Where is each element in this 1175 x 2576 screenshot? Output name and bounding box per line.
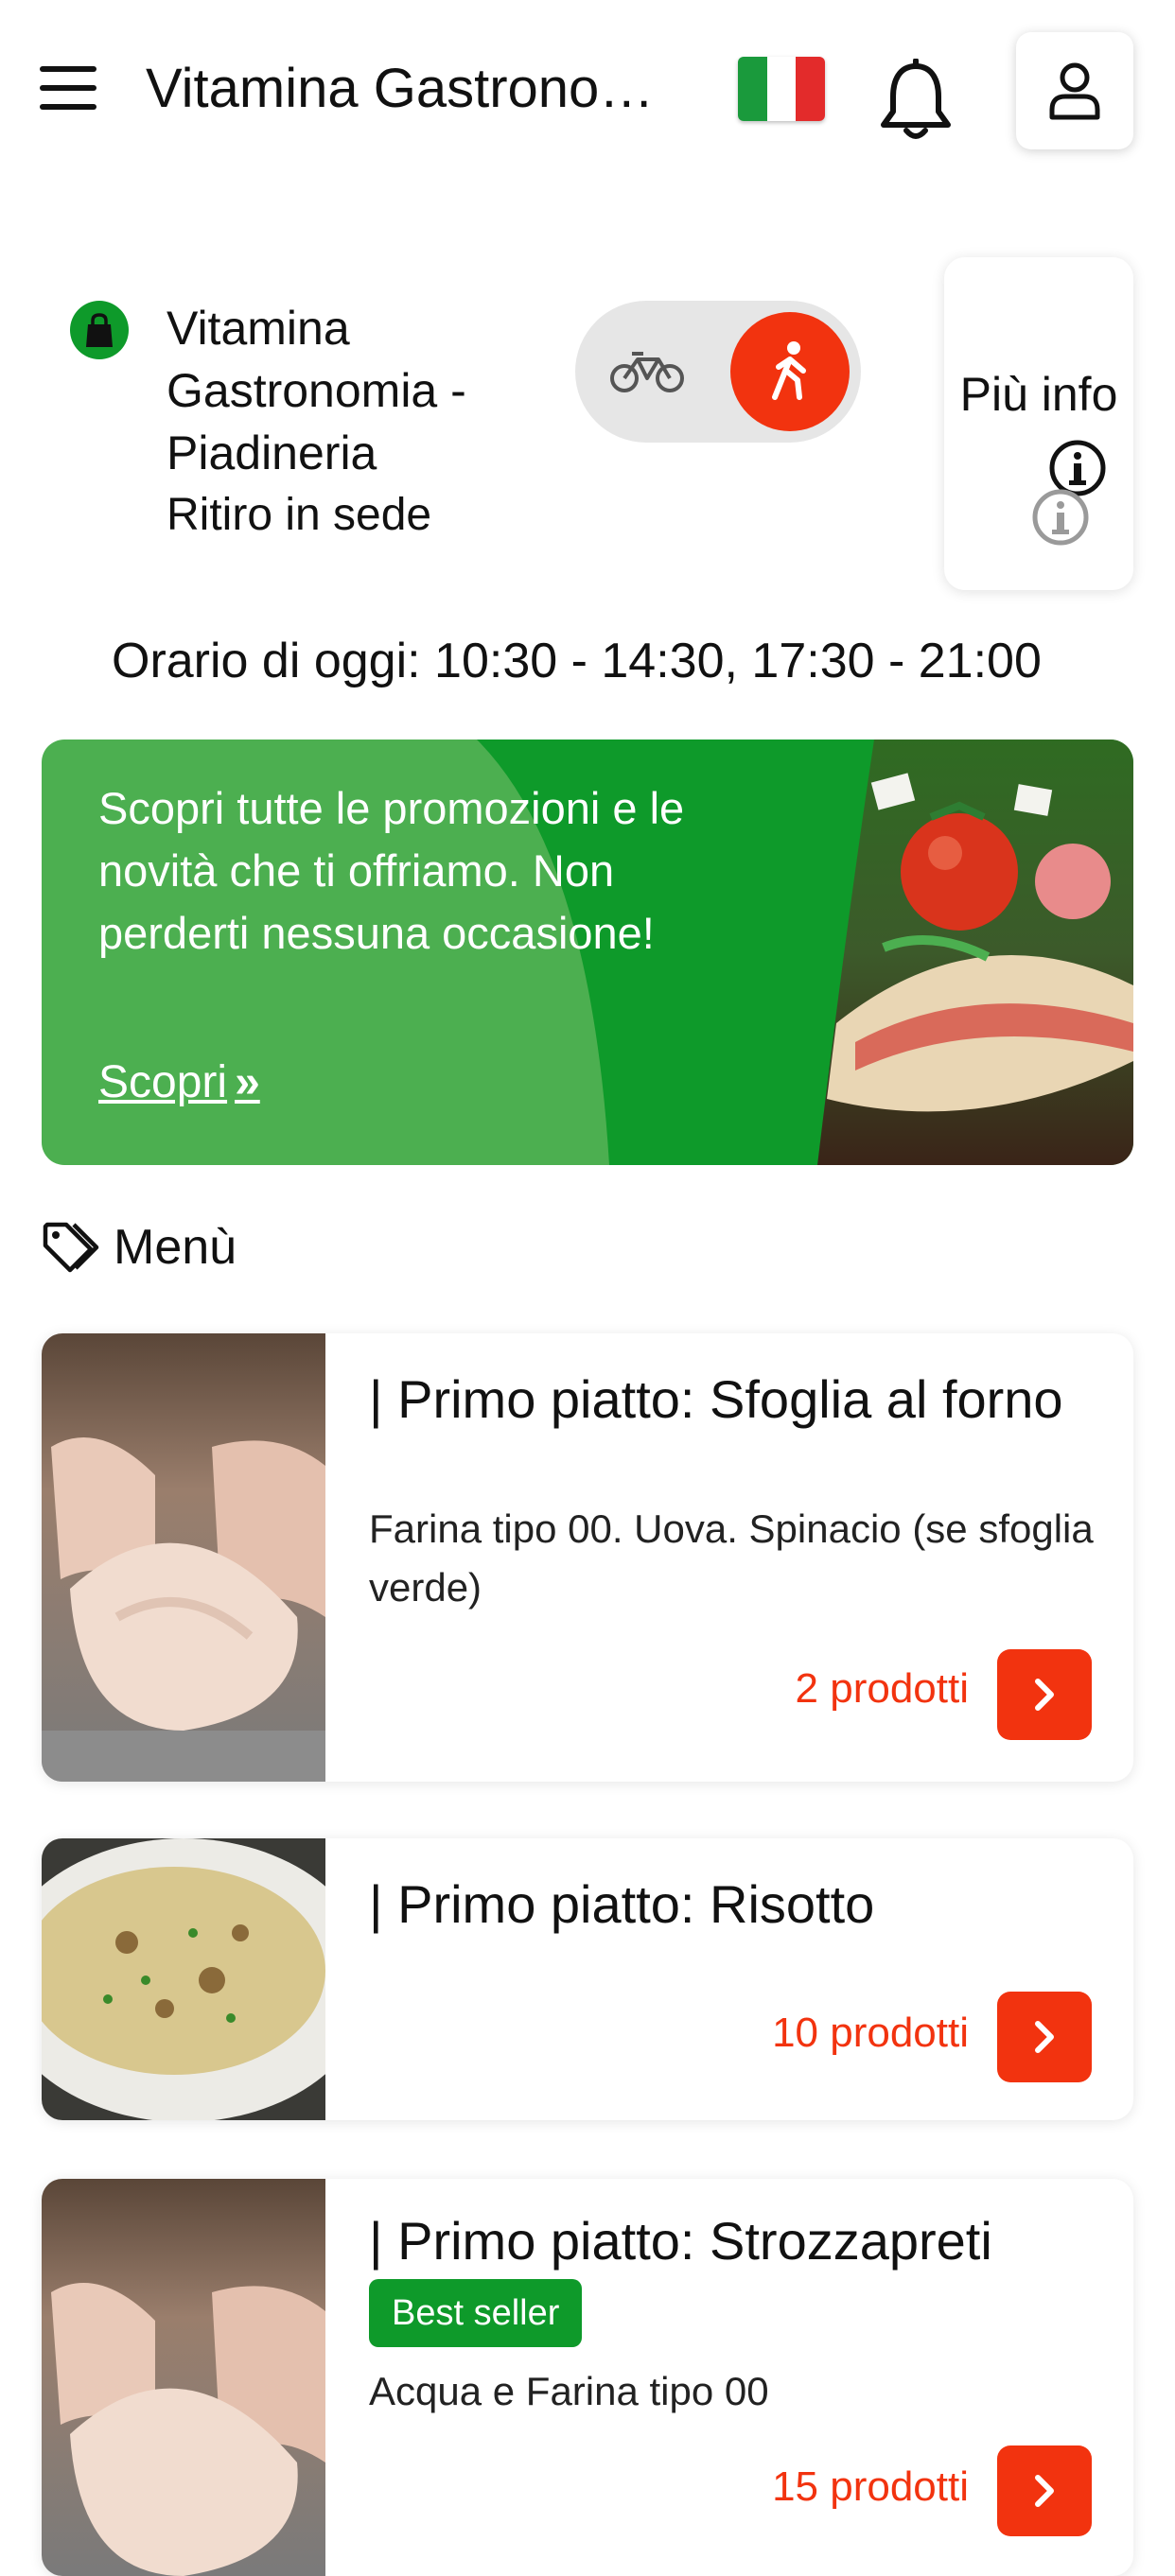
- store-name: Vitamina Gastronomia - Piadineria: [167, 302, 466, 479]
- menu-button[interactable]: [40, 66, 96, 113]
- open-category-button[interactable]: [997, 1992, 1092, 2082]
- chevron-right-icon: [1035, 2021, 1054, 2053]
- double-chevron-right-icon: »: [235, 1057, 260, 1107]
- menu-heading: Menù: [42, 1216, 237, 1279]
- walking-icon[interactable]: [730, 312, 850, 431]
- category-title: | Primo piatto: Risotto: [369, 1874, 875, 1934]
- shopping-bag-icon: [70, 301, 129, 359]
- category-count: 15 prodotti: [772, 2463, 969, 2510]
- chevron-right-icon: [1035, 1679, 1054, 1711]
- category-card[interactable]: | Primo piatto: Strozzapreti Best seller…: [42, 2179, 1133, 2576]
- info-icon: [1032, 489, 1089, 546]
- category-card[interactable]: | Primo piatto: Risotto 10 prodotti: [42, 1838, 1133, 2120]
- bicycle-icon[interactable]: [609, 334, 685, 409]
- menu-icon: [40, 66, 96, 72]
- more-info-button[interactable]: Più info: [944, 257, 1133, 590]
- promo-link-label: Scopri: [98, 1057, 228, 1107]
- best-seller-badge: Best seller: [369, 2279, 583, 2347]
- promo-banner[interactable]: Scopri tutte le promozioni e le novità c…: [42, 740, 1133, 1165]
- category-title: | Primo piatto: Sfoglia al forno: [369, 1369, 1063, 1429]
- bell-icon[interactable]: [878, 58, 954, 144]
- category-card[interactable]: | Primo piatto: Sfoglia al forno Farina …: [42, 1333, 1133, 1782]
- menu-heading-label: Menù: [114, 1220, 237, 1275]
- piadina-photo: [817, 740, 1133, 1165]
- category-description: Acqua e Farina tipo 00: [369, 2369, 769, 2413]
- delivery-mode-toggle[interactable]: [575, 301, 861, 443]
- category-description: Farina tipo 00. Uova. Spinacio (se sfogl…: [369, 1506, 1094, 1610]
- category-count: 2 prodotti: [795, 1665, 969, 1712]
- pickup-mode-label: Ritiro in sede: [167, 490, 432, 540]
- promo-link[interactable]: Scopri »: [98, 1052, 260, 1114]
- profile-button[interactable]: [1016, 32, 1133, 149]
- user-icon: [1049, 62, 1100, 120]
- chevron-right-icon: [1035, 2475, 1054, 2507]
- dough-photo: [42, 1333, 325, 1782]
- open-category-button[interactable]: [997, 1649, 1092, 1740]
- category-title: | Primo piatto: Strozzapreti: [369, 2211, 992, 2271]
- more-info-label: Più info: [959, 368, 1118, 421]
- promo-text: Scopri tutte le promozioni e le novità c…: [98, 783, 685, 958]
- dough-photo: [42, 2179, 325, 2576]
- tag-icon: [43, 1222, 99, 1273]
- category-count: 10 prodotti: [772, 2010, 969, 2056]
- risotto-photo: [42, 1838, 325, 2120]
- opening-hours: Orario di oggi: 10:30 - 14:30, 17:30 - 2…: [112, 634, 1042, 688]
- app-title: Vitamina Gastronomi…: [146, 58, 685, 119]
- open-category-button[interactable]: [997, 2445, 1092, 2536]
- italy-flag-icon[interactable]: [738, 57, 825, 121]
